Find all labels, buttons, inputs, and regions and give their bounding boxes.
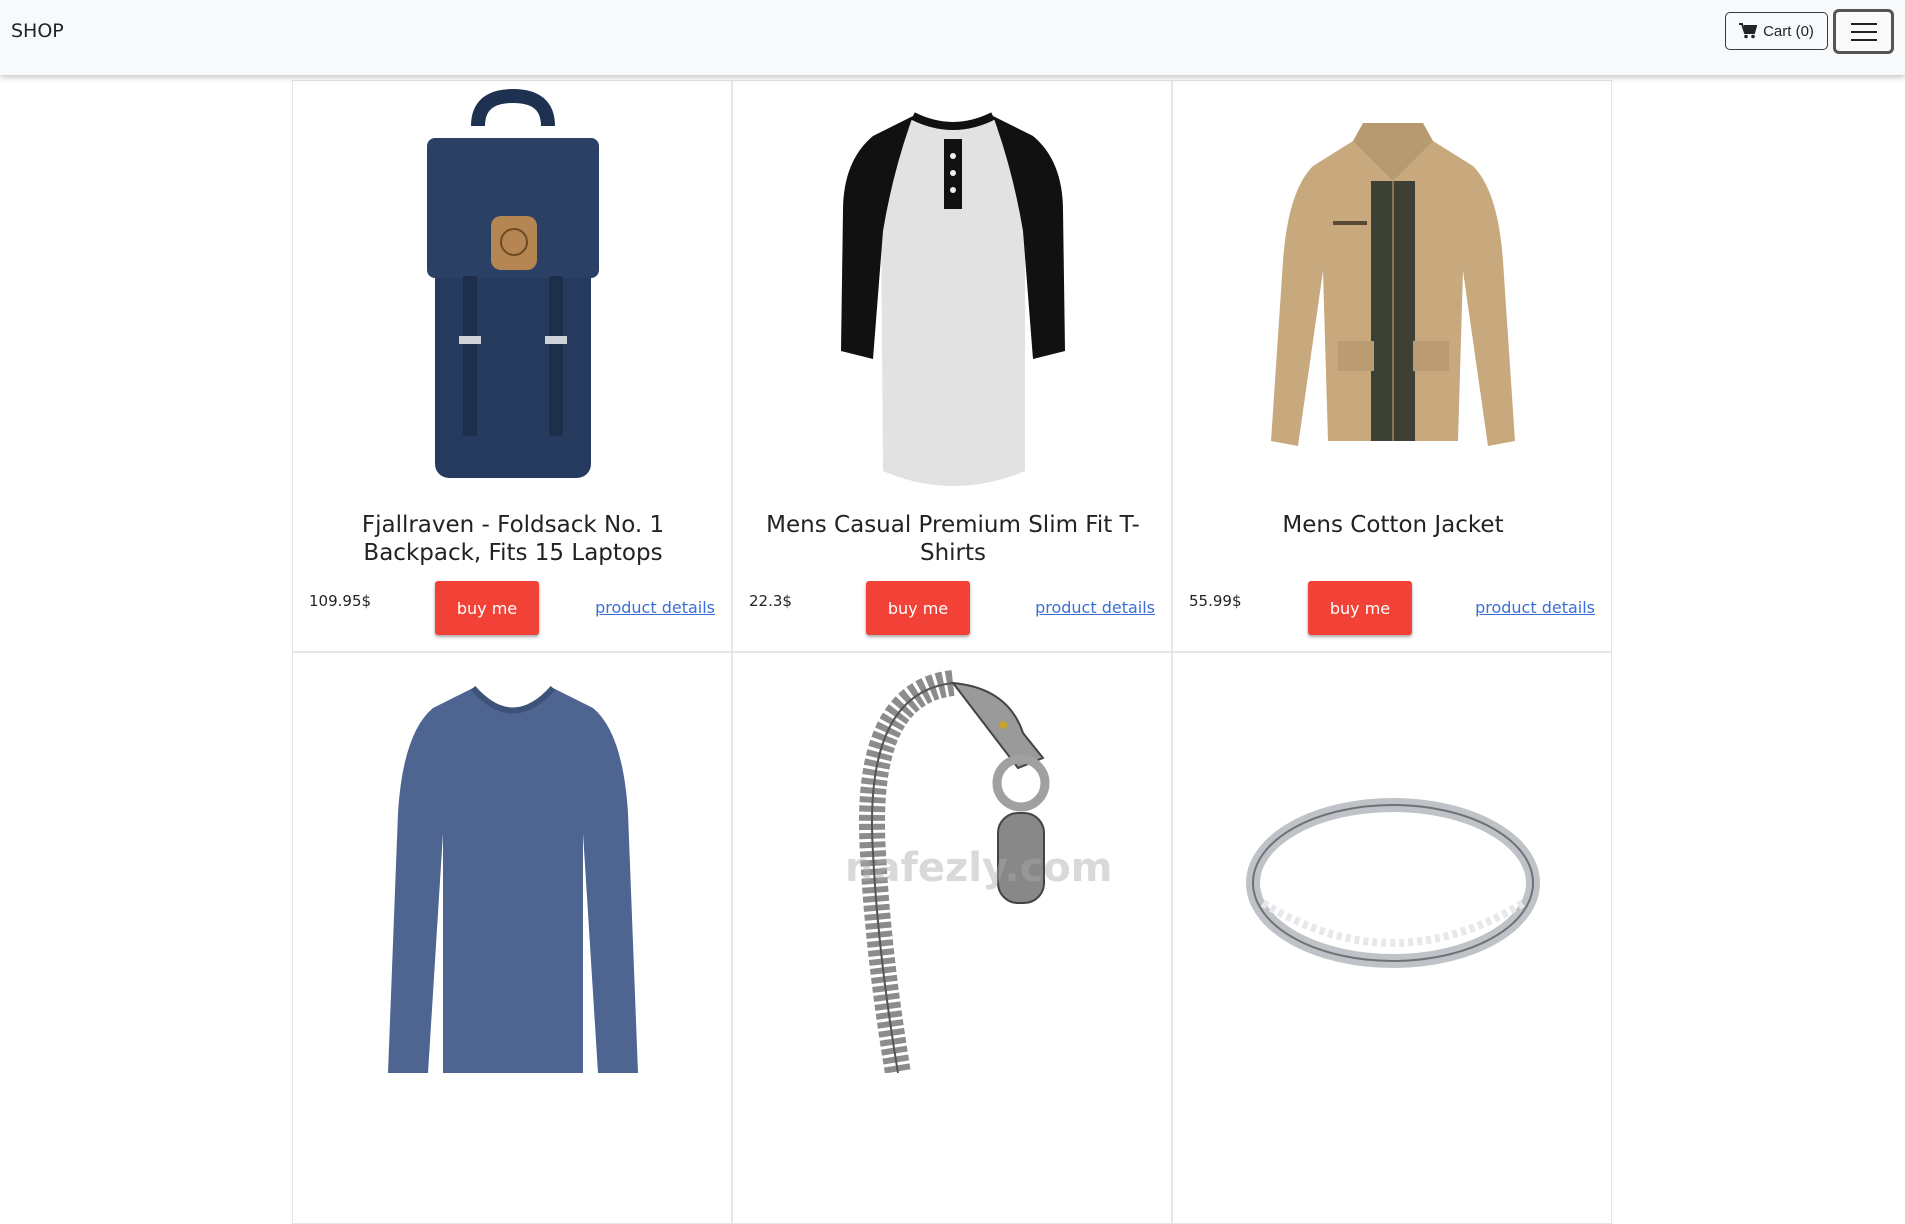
product-title[interactable]: Mens Cotton Jacket: [1185, 511, 1601, 539]
product-image[interactable]: [1173, 653, 1611, 1073]
product-image[interactable]: [293, 653, 731, 1073]
product-card: [292, 652, 732, 1224]
menu-toggle-button[interactable]: [1833, 9, 1894, 54]
buy-button[interactable]: buy me: [866, 581, 970, 635]
hamburger-icon-line: [1850, 30, 1877, 33]
product-card: Mens Cotton Jacket 55.99$ buy me product…: [1172, 80, 1612, 652]
product-card: [732, 652, 1172, 1224]
product-card: Fjallraven - Foldsack No. 1 Backpack, Fi…: [292, 80, 732, 652]
product-details-link[interactable]: product details: [1475, 598, 1595, 617]
product-details-link[interactable]: product details: [1035, 598, 1155, 617]
product-image[interactable]: [733, 81, 1171, 501]
product-price: 109.95$: [309, 592, 372, 610]
hamburger-icon-line: [1850, 22, 1877, 25]
longsleeve-shirt-image: [388, 685, 638, 1073]
buy-button[interactable]: buy me: [435, 581, 539, 635]
cart-button[interactable]: Cart (0): [1725, 12, 1828, 50]
product-price: 22.3$: [749, 592, 792, 610]
cart-icon: [1739, 23, 1758, 39]
jacket-image: [1271, 123, 1515, 446]
watermark: nafezly.com: [845, 845, 1113, 891]
product-card: Mens Casual Premium Slim Fit T-Shirts 22…: [732, 80, 1172, 652]
product-card: [1172, 652, 1612, 1224]
product-image[interactable]: [1173, 81, 1611, 501]
cart-label: Cart (0): [1763, 22, 1814, 40]
tshirt-image: [841, 112, 1065, 486]
product-title[interactable]: Mens Casual Premium Slim Fit T-Shirts: [745, 511, 1161, 567]
product-title[interactable]: Fjallraven - Foldsack No. 1 Backpack, Fi…: [305, 511, 721, 567]
product-price: 55.99$: [1189, 592, 1242, 610]
buy-button[interactable]: buy me: [1308, 581, 1412, 635]
product-image[interactable]: [293, 81, 731, 501]
product-details-link[interactable]: product details: [595, 598, 715, 617]
brand-logo[interactable]: SHOP: [11, 20, 64, 42]
hamburger-icon-line: [1850, 38, 1877, 41]
ring-image: [1246, 798, 1540, 968]
top-navbar: SHOP Cart (0): [0, 0, 1905, 75]
backpack-image: [427, 88, 599, 478]
